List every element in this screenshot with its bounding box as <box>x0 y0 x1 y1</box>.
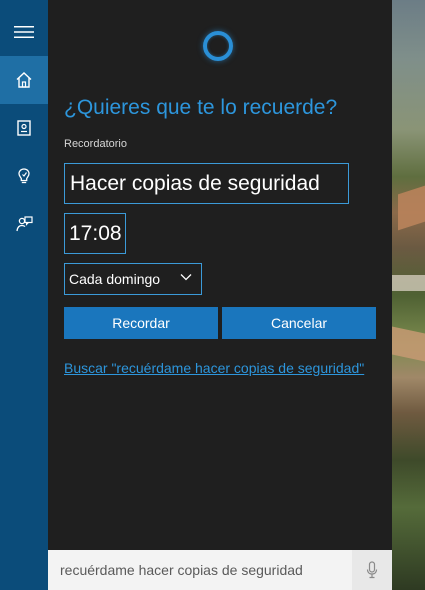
home-icon <box>16 72 32 88</box>
wallpaper-detail <box>398 185 425 231</box>
feedback-button[interactable] <box>0 200 48 248</box>
microphone-button[interactable] <box>352 550 392 590</box>
remind-button[interactable]: Recordar <box>64 307 218 339</box>
desktop-wallpaper <box>392 0 425 590</box>
cortana-logo-icon <box>203 31 233 61</box>
reminder-text-input[interactable]: Hacer copias de seguridad <box>64 163 349 204</box>
recurrence-dropdown[interactable]: Cada domingo <box>64 263 202 295</box>
reminder-label: Recordatorio <box>64 138 127 150</box>
feedback-icon <box>16 216 33 232</box>
wallpaper-detail <box>392 326 425 362</box>
cortana-content: ¿Quieres que te lo recuerde? Recordatori… <box>48 0 392 550</box>
notebook-icon <box>17 120 31 136</box>
search-query-text[interactable]: recuérdame hacer copias de seguridad <box>60 550 303 590</box>
lightbulb-reminders-icon <box>18 168 30 184</box>
microphone-icon <box>366 561 378 579</box>
hamburger-menu-icon <box>14 26 34 38</box>
hamburger-menu-button[interactable] <box>0 8 48 56</box>
reminder-time-input[interactable]: 17:08 <box>64 213 126 254</box>
notebook-button[interactable] <box>0 104 48 152</box>
left-rail <box>0 0 48 590</box>
recurrence-selected-value: Cada domingo <box>69 271 161 287</box>
reminder-question-heading: ¿Quieres que te lo recuerde? <box>64 96 338 119</box>
web-search-link[interactable]: Buscar "recuérdame hacer copias de segur… <box>64 359 374 378</box>
home-button[interactable] <box>0 56 48 104</box>
reminders-button[interactable] <box>0 152 48 200</box>
cancel-button[interactable]: Cancelar <box>222 307 376 339</box>
chevron-down-icon <box>180 274 192 281</box>
cortana-panel: ¿Quieres que te lo recuerde? Recordatori… <box>0 0 392 590</box>
search-box[interactable]: recuérdame hacer copias de seguridad <box>48 550 392 590</box>
wallpaper-detail <box>392 275 425 291</box>
